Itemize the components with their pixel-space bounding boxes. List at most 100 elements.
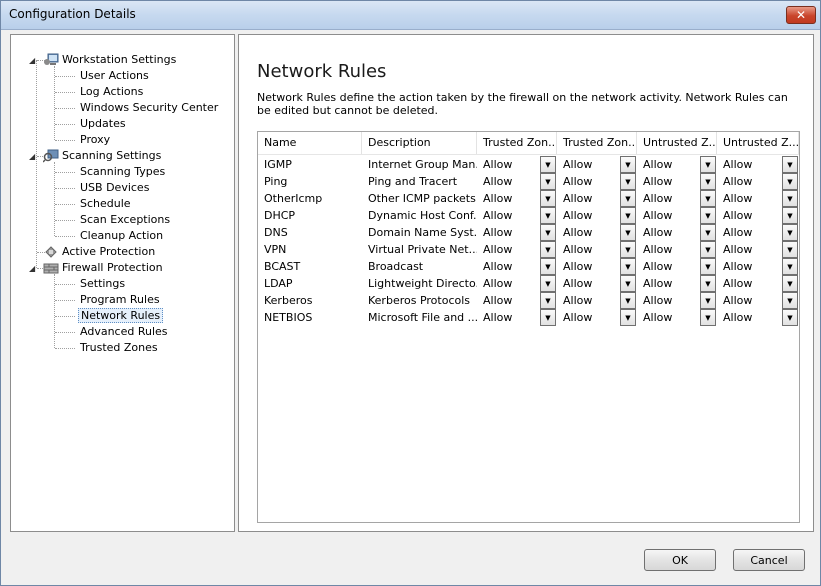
column-header[interactable]: Trusted Zon... (557, 132, 637, 154)
action-dropdown[interactable]: Allow ▼ (477, 224, 556, 241)
chevron-down-icon[interactable]: ▼ (620, 224, 636, 241)
action-dropdown[interactable]: Allow ▼ (637, 156, 716, 173)
action-dropdown[interactable]: Allow ▼ (477, 190, 556, 207)
action-dropdown[interactable]: Allow ▼ (637, 258, 716, 275)
tree-item-schedule[interactable]: Schedule (78, 196, 133, 212)
action-dropdown[interactable]: Allow ▼ (557, 292, 636, 309)
table-row[interactable]: IGMP Internet Group Man... Allow ▼ Allow ▼ All… (258, 156, 799, 173)
chevron-down-icon[interactable]: ▼ (782, 224, 798, 241)
action-dropdown[interactable]: Allow ▼ (637, 275, 716, 292)
tree-item-workstation-settings[interactable]: Workstation Settings (60, 52, 178, 68)
action-dropdown[interactable]: Allow ▼ (717, 241, 798, 258)
column-header[interactable]: Name (258, 132, 362, 154)
table-row[interactable]: DNS Domain Name Syst... Allow ▼ Allow ▼ Allow ▼… (258, 224, 799, 241)
chevron-down-icon[interactable]: ▼ (540, 275, 556, 292)
tree-item-usb-devices[interactable]: USB Devices (78, 180, 151, 196)
column-header[interactable]: Description (362, 132, 477, 154)
chevron-down-icon[interactable]: ▼ (540, 258, 556, 275)
chevron-down-icon[interactable]: ▼ (620, 173, 636, 190)
tree-item-updates[interactable]: Updates (78, 116, 128, 132)
action-dropdown[interactable]: Allow ▼ (637, 190, 716, 207)
chevron-down-icon[interactable]: ▼ (620, 190, 636, 207)
chevron-down-icon[interactable]: ▼ (540, 156, 556, 173)
action-dropdown[interactable]: Allow ▼ (477, 173, 556, 190)
action-dropdown[interactable]: Allow ▼ (477, 241, 556, 258)
tree-item-windows-security-center[interactable]: Windows Security Center (78, 100, 220, 116)
chevron-down-icon[interactable]: ▼ (540, 224, 556, 241)
tree-item-proxy[interactable]: Proxy (78, 132, 112, 148)
table-row[interactable]: OtherIcmp Other ICMP packets Allow ▼ Allow ▼ A… (258, 190, 799, 207)
chevron-down-icon[interactable]: ▼ (700, 224, 716, 241)
action-dropdown[interactable]: Allow ▼ (637, 292, 716, 309)
chevron-down-icon[interactable]: ▼ (620, 241, 636, 258)
chevron-down-icon[interactable]: ▼ (782, 292, 798, 309)
chevron-down-icon[interactable]: ▼ (540, 309, 556, 326)
chevron-down-icon[interactable]: ▼ (782, 156, 798, 173)
action-dropdown[interactable]: Allow ▼ (717, 309, 798, 326)
tree-item-scanning-types[interactable]: Scanning Types (78, 164, 167, 180)
action-dropdown[interactable]: Allow ▼ (717, 207, 798, 224)
chevron-down-icon[interactable]: ▼ (782, 207, 798, 224)
tree-item-advanced-rules[interactable]: Advanced Rules (78, 324, 170, 340)
chevron-down-icon[interactable]: ▼ (540, 190, 556, 207)
chevron-down-icon[interactable]: ▼ (540, 207, 556, 224)
table-row[interactable]: Ping Ping and Tracert Allow ▼ Allow ▼ Allow ▼ Al… (258, 173, 799, 190)
action-dropdown[interactable]: Allow ▼ (637, 309, 716, 326)
tree-item-program-rules[interactable]: Program Rules (78, 292, 162, 308)
chevron-down-icon[interactable]: ▼ (620, 156, 636, 173)
action-dropdown[interactable]: Allow ▼ (557, 173, 636, 190)
tree-item-scanning-settings[interactable]: Scanning Settings (60, 148, 163, 164)
chevron-down-icon[interactable]: ▼ (700, 241, 716, 258)
action-dropdown[interactable]: Allow ▼ (717, 275, 798, 292)
action-dropdown[interactable]: Allow ▼ (557, 309, 636, 326)
action-dropdown[interactable]: Allow ▼ (637, 224, 716, 241)
chevron-down-icon[interactable]: ▼ (782, 241, 798, 258)
chevron-down-icon[interactable]: ▼ (782, 190, 798, 207)
action-dropdown[interactable]: Allow ▼ (717, 258, 798, 275)
table-row[interactable]: LDAP Lightweight Directo... Allow ▼ Allow ▼ Al… (258, 275, 799, 292)
action-dropdown[interactable]: Allow ▼ (637, 207, 716, 224)
chevron-down-icon[interactable]: ▼ (620, 309, 636, 326)
chevron-down-icon[interactable]: ▼ (782, 258, 798, 275)
action-dropdown[interactable]: Allow ▼ (717, 190, 798, 207)
tree-item-active-protection[interactable]: Active Protection (60, 244, 157, 260)
tree-item-firewall-protection[interactable]: Firewall Protection (60, 260, 165, 276)
action-dropdown[interactable]: Allow ▼ (557, 275, 636, 292)
table-row[interactable]: NETBIOS Microsoft File and ... Allow ▼ Allow… (258, 309, 799, 326)
action-dropdown[interactable]: Allow ▼ (557, 190, 636, 207)
action-dropdown[interactable]: Allow ▼ (557, 258, 636, 275)
ok-button[interactable]: OK (644, 549, 716, 571)
chevron-down-icon[interactable]: ▼ (540, 292, 556, 309)
tree-item-scan-exceptions[interactable]: Scan Exceptions (78, 212, 172, 228)
cancel-button[interactable]: Cancel (733, 549, 805, 571)
action-dropdown[interactable]: Allow ▼ (637, 241, 716, 258)
action-dropdown[interactable]: Allow ▼ (717, 173, 798, 190)
table-row[interactable]: BCAST Broadcast Allow ▼ Allow ▼ Allow ▼ Allow ▼ (258, 258, 799, 275)
action-dropdown[interactable]: Allow ▼ (477, 309, 556, 326)
action-dropdown[interactable]: Allow ▼ (477, 258, 556, 275)
chevron-down-icon[interactable]: ▼ (540, 241, 556, 258)
action-dropdown[interactable]: Allow ▼ (717, 292, 798, 309)
chevron-down-icon[interactable]: ▼ (700, 156, 716, 173)
chevron-down-icon[interactable]: ▼ (782, 309, 798, 326)
tree-item-user-actions[interactable]: User Actions (78, 68, 151, 84)
chevron-down-icon[interactable]: ▼ (700, 190, 716, 207)
column-header[interactable]: Trusted Zon... (477, 132, 557, 154)
action-dropdown[interactable]: Allow ▼ (557, 224, 636, 241)
action-dropdown[interactable]: Allow ▼ (637, 173, 716, 190)
chevron-down-icon[interactable]: ▼ (700, 173, 716, 190)
tree-item-network-rules[interactable]: Network Rules (78, 308, 164, 324)
chevron-down-icon[interactable]: ▼ (700, 292, 716, 309)
chevron-down-icon[interactable]: ▼ (620, 258, 636, 275)
action-dropdown[interactable]: Allow ▼ (477, 275, 556, 292)
tree-item-cleanup-action[interactable]: Cleanup Action (78, 228, 165, 244)
column-header[interactable]: Untrusted Z... (717, 132, 799, 154)
tree-item-log-actions[interactable]: Log Actions (78, 84, 145, 100)
chevron-down-icon[interactable]: ▼ (620, 292, 636, 309)
action-dropdown[interactable]: Allow ▼ (557, 241, 636, 258)
action-dropdown[interactable]: Allow ▼ (717, 156, 798, 173)
chevron-down-icon[interactable]: ▼ (700, 258, 716, 275)
column-header[interactable]: Untrusted Z... (637, 132, 717, 154)
action-dropdown[interactable]: Allow ▼ (717, 224, 798, 241)
chevron-down-icon[interactable]: ▼ (700, 275, 716, 292)
